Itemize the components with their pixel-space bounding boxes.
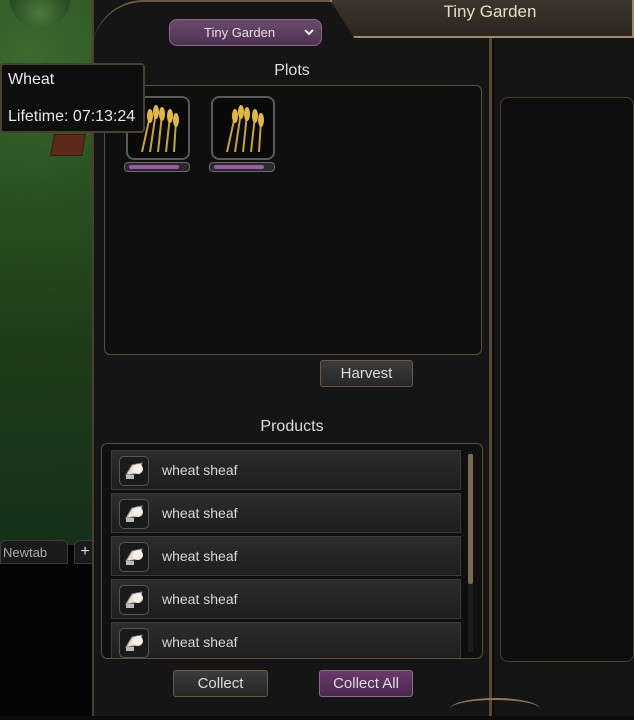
dropdown-value: Tiny Garden (204, 25, 276, 40)
collect-button[interactable]: Collect (173, 670, 268, 697)
sheaf-icon (119, 628, 149, 658)
list-item[interactable]: wheat sheaf (111, 622, 461, 658)
crate-sprite (50, 134, 86, 156)
plot-slot[interactable] (211, 96, 275, 160)
plot-progress-fill (214, 165, 264, 169)
tooltip-lifetime: Lifetime: 07:13:24 (8, 108, 136, 125)
list-item[interactable]: wheat sheaf (111, 579, 461, 619)
plots-heading: Plots (274, 62, 310, 79)
sheaf-icon (119, 542, 149, 572)
bush-sprite (10, 0, 70, 28)
plot-progress-fill (129, 165, 179, 169)
garden-select-dropdown[interactable]: Tiny Garden (169, 19, 322, 46)
list-item[interactable]: wheat sheaf (111, 536, 461, 576)
crop-tooltip: Wheat Lifetime: 07:13:24 (0, 63, 145, 133)
collect-all-button[interactable]: Collect All (319, 670, 413, 697)
wheat-icon (226, 105, 264, 153)
plot-progress-bar (124, 162, 190, 172)
product-name: wheat sheaf (162, 548, 238, 564)
chevron-down-icon (303, 20, 315, 54)
sheaf-icon (119, 499, 149, 529)
products-list: wheat sheaf wheat sheaf wheat sheaf whea… (101, 443, 483, 659)
side-panel-content (500, 97, 634, 662)
sheaf-icon (119, 585, 149, 615)
product-name: wheat sheaf (162, 634, 238, 650)
chat-panel (0, 545, 100, 716)
list-item[interactable]: wheat sheaf (111, 493, 461, 533)
tooltip-title: Wheat (8, 71, 55, 88)
scrollbar-thumb[interactable] (468, 454, 473, 584)
harvest-button[interactable]: Harvest (320, 360, 413, 387)
plot-progress-bar (209, 162, 275, 172)
list-item[interactable]: wheat sheaf (111, 450, 461, 490)
products-heading: Products (260, 418, 324, 435)
product-name: wheat sheaf (162, 591, 238, 607)
chat-tab-newtab[interactable]: Newtab (0, 540, 68, 564)
product-name: wheat sheaf (162, 462, 238, 478)
window-title: Tiny Garden (443, 2, 537, 21)
sheaf-icon (119, 456, 149, 486)
window-frame-ornament (450, 698, 540, 720)
product-name: wheat sheaf (162, 505, 238, 521)
